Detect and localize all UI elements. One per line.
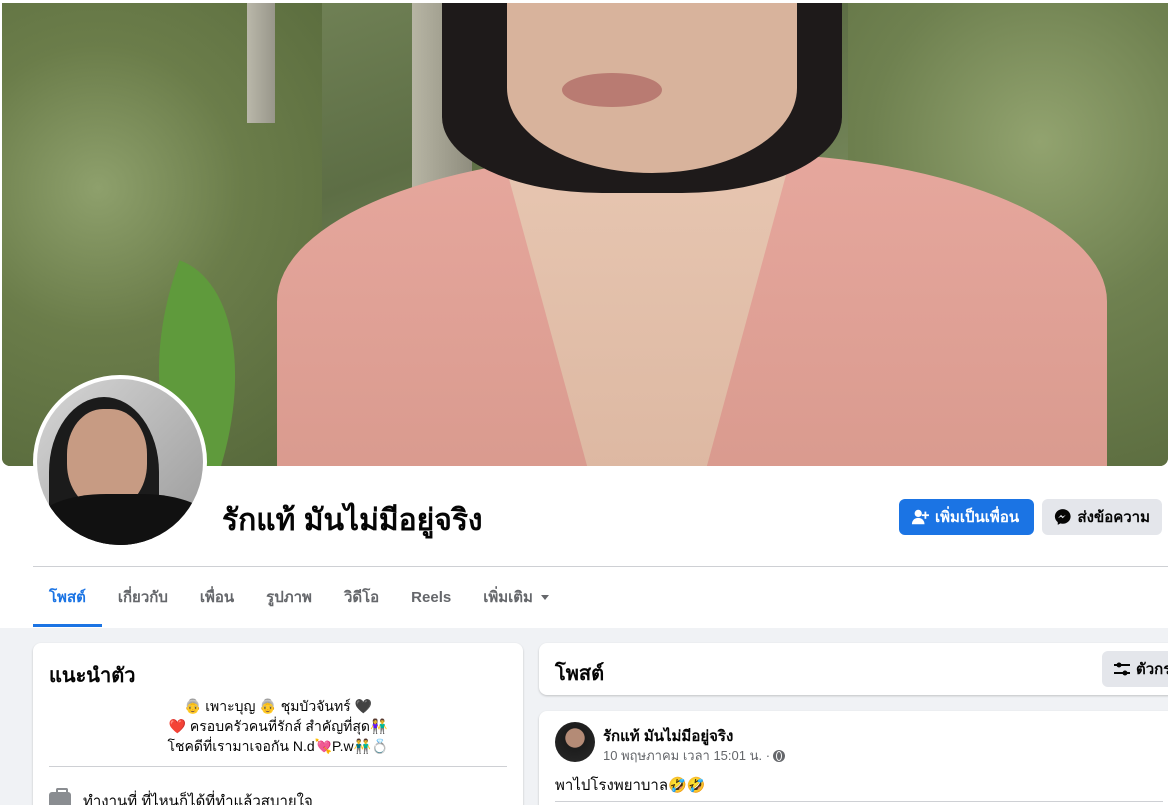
tab-photos[interactable]: รูปภาพ — [250, 567, 328, 627]
profile-tabs: โพสต์ เกี่ยวกับ เพื่อน รูปภาพ วิดีโอ Ree… — [33, 567, 565, 627]
tab-videos[interactable]: วิดีโอ — [328, 567, 395, 627]
post-card: รักแท้ มันไม่มีอยู่จริง 10 พฤษภาคม เวลา … — [539, 711, 1168, 805]
intro-bio: 👵 เพาะบุญ 👵 ชุมบัวจันทร์ 🖤 ❤️ ครอบครัวคน… — [49, 696, 507, 756]
tab-more[interactable]: เพิ่มเติม — [467, 567, 565, 627]
bio-line: ❤️ ครอบครัวคนที่รักส์ สำคัญที่สุด👫 — [168, 718, 388, 734]
filter-button[interactable]: ตัวกร — [1102, 651, 1168, 687]
post-divider — [555, 801, 1163, 802]
bio-line: 👵 เพาะบุญ 👵 ชุมบัวจันทร์ 🖤 — [183, 698, 373, 714]
post-meta: 10 พฤษภาคม เวลา 15:01 น. · — [603, 745, 786, 766]
tab-label: เพิ่มเติม — [483, 589, 533, 606]
tab-posts[interactable]: โพสต์ — [33, 567, 102, 627]
intro-work-text: ทำงานที่ ที่ไหนก็ได้ที่ทำแล้วสบายใจ — [83, 793, 313, 805]
tab-label: เพื่อน — [199, 589, 235, 606]
messenger-icon — [1054, 509, 1071, 525]
posts-title: โพสต์ — [555, 663, 605, 685]
avatar-body — [37, 494, 203, 545]
intro-divider — [49, 766, 507, 767]
intro-title: แนะนำตัว — [49, 665, 136, 687]
tab-label: เกี่ยวกับ — [117, 589, 168, 606]
tab-friends[interactable]: เพื่อน — [184, 567, 250, 627]
tab-reels[interactable]: Reels — [395, 567, 467, 627]
post-timestamp[interactable]: 10 พฤษภาคม เวลา 15:01 น. · — [603, 745, 770, 766]
posts-header-card: โพสต์ ตัวกร — [539, 643, 1168, 695]
add-friend-button[interactable]: เพิ่มเป็นเพื่อน — [899, 499, 1034, 535]
tab-label: Reels — [411, 588, 452, 606]
tab-about[interactable]: เกี่ยวกับ — [102, 567, 184, 627]
post-text: พาไปโรงพยาบาล🤣🤣 — [555, 777, 706, 794]
briefcase-icon — [49, 788, 71, 805]
tab-label: วิดีโอ — [343, 589, 380, 606]
profile-avatar[interactable] — [33, 375, 207, 549]
bio-line: โชคดีที่เรามาเจอกัน N.d💘P.w👬💍 — [167, 738, 389, 754]
profile-name: รักแท้ มันไม่มีอยู่จริง — [222, 504, 483, 537]
person-plus-icon — [911, 509, 929, 525]
add-friend-label: เพิ่มเป็นเพื่อน — [935, 509, 1020, 526]
sliders-icon — [1114, 662, 1130, 676]
intro-work-item: ทำงานที่ ที่ไหนก็ได้ที่ทำแล้วสบายใจ — [49, 788, 313, 805]
message-label: ส่งข้อความ — [1077, 509, 1150, 526]
profile-header: รักแท้ มันไม่มีอยู่จริง เพิ่มเป็นเพื่อน … — [0, 0, 1168, 628]
tab-label: โพสต์ — [49, 589, 86, 606]
tab-label: รูปภาพ — [266, 589, 312, 606]
message-button[interactable]: ส่งข้อความ — [1042, 499, 1162, 535]
post-author-avatar[interactable] — [555, 722, 595, 762]
intro-card: แนะนำตัว 👵 เพาะบุญ 👵 ชุมบัวจันทร์ 🖤 ❤️ ค… — [33, 643, 523, 805]
chevron-down-icon — [540, 594, 549, 600]
globe-icon — [773, 749, 786, 762]
cover-lips — [562, 73, 662, 107]
filter-label: ตัวกร — [1136, 661, 1168, 678]
cover-tree-trunk-small — [247, 3, 275, 123]
